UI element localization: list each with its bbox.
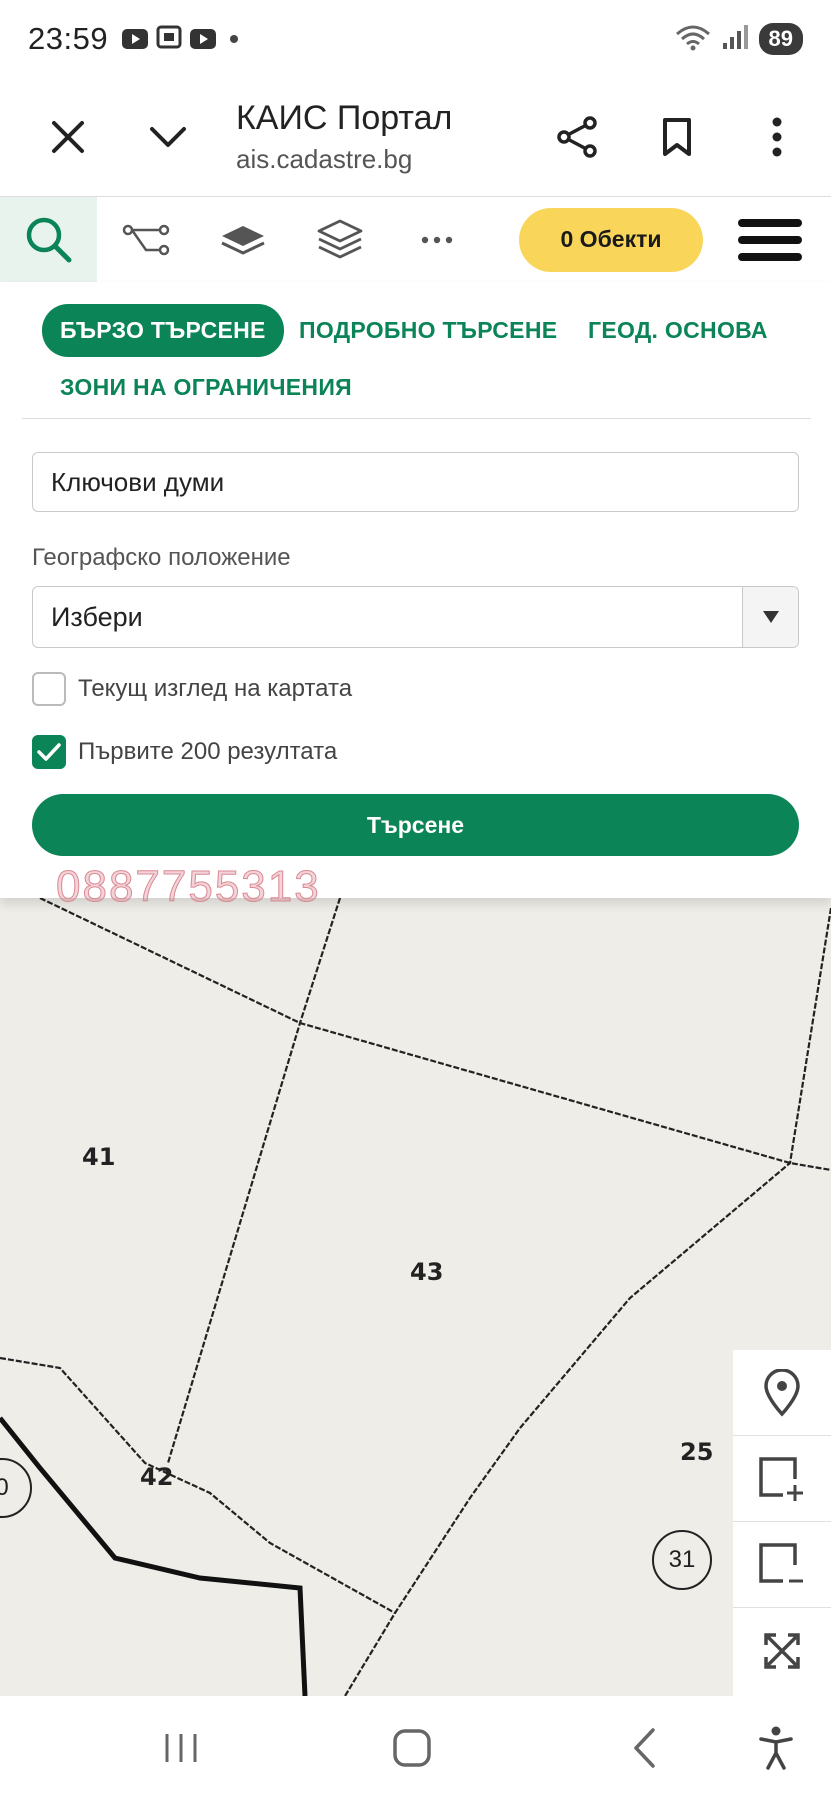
map-controls bbox=[733, 1350, 831, 1696]
zoom-in-box-icon bbox=[759, 1456, 803, 1501]
share-button[interactable] bbox=[527, 87, 627, 187]
more-tools-button[interactable] bbox=[388, 197, 485, 283]
bookmark-icon bbox=[663, 118, 691, 156]
zoom-out-box-icon bbox=[759, 1542, 803, 1583]
layer-tool-button[interactable] bbox=[194, 197, 291, 283]
browser-toolbar: КАИС Портал ais.cadastre.bg bbox=[0, 78, 831, 196]
page-title-block[interactable]: КАИС Портал ais.cadastre.bg bbox=[236, 99, 452, 175]
layer-icon bbox=[220, 225, 265, 255]
screenshot-icon bbox=[156, 25, 182, 54]
current-view-option[interactable]: Текущ изглед на картата bbox=[32, 672, 352, 706]
search-icon bbox=[26, 217, 71, 262]
more-vert-icon bbox=[772, 117, 782, 157]
geo-location-select[interactable]: Избери bbox=[32, 586, 799, 648]
current-view-checkbox[interactable] bbox=[32, 672, 66, 706]
back-icon bbox=[634, 1728, 655, 1768]
checkmark-icon bbox=[37, 743, 61, 761]
search-tool-button[interactable] bbox=[0, 196, 97, 283]
first-200-checkbox[interactable] bbox=[32, 735, 66, 769]
fullscreen-button[interactable] bbox=[733, 1608, 831, 1694]
dropdown-arrow-icon bbox=[742, 587, 798, 647]
zoom-out-button[interactable] bbox=[733, 1522, 831, 1608]
signal-icon bbox=[721, 23, 749, 56]
route-tool-button[interactable] bbox=[97, 197, 194, 283]
close-tab-button[interactable] bbox=[18, 87, 118, 187]
chevron-down-icon bbox=[150, 127, 186, 147]
layers-icon bbox=[317, 219, 362, 258]
minimize-button[interactable] bbox=[118, 87, 218, 187]
recent-apps-icon bbox=[165, 1734, 197, 1762]
hamburger-menu-icon[interactable] bbox=[721, 197, 819, 283]
layers-tool-button[interactable] bbox=[291, 197, 388, 283]
home-icon bbox=[393, 1729, 431, 1767]
page-url: ais.cadastre.bg bbox=[236, 144, 413, 174]
more-icon bbox=[421, 236, 452, 243]
geo-location-label: Географско положение bbox=[32, 544, 291, 571]
search-button[interactable]: Търсене bbox=[32, 794, 799, 856]
fullscreen-icon bbox=[764, 1633, 800, 1669]
notification-icons bbox=[122, 25, 239, 54]
share-icon bbox=[557, 116, 597, 158]
search-panel: БЪРЗО ТЪРСЕНЕ ПОДРОБНО ТЪРСЕНЕ ГЕОД. ОСН… bbox=[0, 282, 831, 912]
wifi-icon bbox=[675, 22, 711, 57]
cadastral-map[interactable]: 41 43 42 25 0 31 bbox=[0, 898, 831, 1696]
back-button[interactable] bbox=[594, 1696, 694, 1800]
parcel-label: 41 bbox=[82, 1143, 116, 1171]
tab-detailed-search[interactable]: ПОДРОБНО ТЪРСЕНЕ bbox=[299, 317, 557, 344]
zoom-in-button[interactable] bbox=[733, 1436, 831, 1522]
location-pin-icon bbox=[764, 1368, 800, 1417]
youtube-icon bbox=[122, 29, 149, 49]
browser-menu-button[interactable] bbox=[727, 87, 827, 187]
keywords-input[interactable] bbox=[32, 452, 799, 512]
phone-watermark: 0887755313 bbox=[56, 862, 321, 912]
geo-location-value: Избери bbox=[51, 601, 143, 632]
accessibility-icon bbox=[759, 1726, 793, 1770]
more-notifications-icon bbox=[230, 35, 239, 43]
recent-apps-button[interactable] bbox=[131, 1696, 231, 1800]
close-icon bbox=[52, 121, 84, 153]
route-icon bbox=[122, 224, 169, 255]
first-200-label: Първите 200 резултата bbox=[78, 738, 338, 765]
app-toolbar: 0 Обекти bbox=[0, 196, 831, 283]
bookmark-button[interactable] bbox=[627, 87, 727, 187]
accessibility-button[interactable] bbox=[726, 1696, 826, 1800]
current-view-label: Текущ изглед на картата bbox=[78, 675, 353, 702]
locate-button[interactable] bbox=[733, 1350, 831, 1436]
objects-button[interactable]: 0 Обекти bbox=[519, 207, 703, 272]
tab-restriction-zones[interactable]: ЗОНИ НА ОГРАНИЧЕНИЯ bbox=[60, 374, 352, 401]
page-title: КАИС Портал bbox=[236, 99, 453, 137]
tab-geodetic-base[interactable]: ГЕОД. ОСНОВА bbox=[588, 317, 768, 344]
status-time: 23:59 bbox=[28, 21, 109, 56]
parcel-circle: 31 bbox=[652, 1530, 712, 1590]
parcel-label: 43 bbox=[410, 1258, 444, 1286]
system-nav-bar bbox=[0, 1696, 831, 1800]
home-button[interactable] bbox=[362, 1696, 462, 1800]
battery-indicator: 89 bbox=[758, 23, 803, 55]
parcel-label: 42 bbox=[140, 1463, 174, 1491]
youtube-icon bbox=[190, 29, 217, 49]
tab-quick-search[interactable]: БЪРЗО ТЪРСЕНЕ bbox=[42, 304, 284, 357]
status-bar: 23:59 89 bbox=[0, 0, 831, 78]
first-200-option[interactable]: Първите 200 резултата bbox=[32, 735, 337, 769]
parcel-label: 25 bbox=[680, 1438, 714, 1466]
divider bbox=[22, 418, 811, 419]
